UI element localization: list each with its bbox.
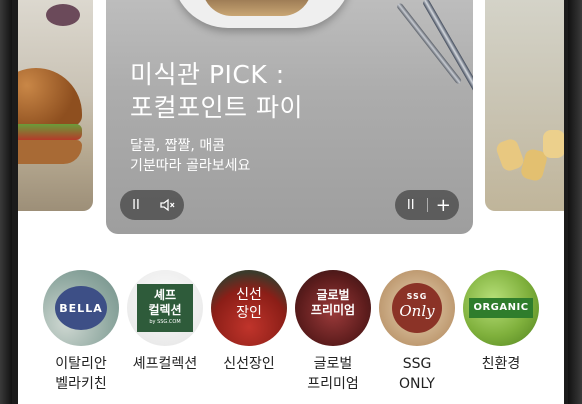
hero-subtitle-line2: 기분따라 골라보세요 [130,158,251,174]
hero-carousel[interactable]: 미식관 PICK : 포컬포인트 파이 달콤, 짭짤, 매콤 기분따라 골라보세… [18,0,564,250]
category-chef-collection[interactable]: 셰프 컬렉션 by SSG.COM 셰프컬렉션 [120,270,210,374]
pasta-image [543,130,564,158]
logo-subtext: by SSG.COM [149,319,181,325]
category-label: 글로벌 프리미엄 [288,354,378,394]
carousel-pause-button[interactable]: II [395,190,427,220]
hero-subtitle-line1: 달콤, 짭짤, 매콤 [130,138,226,154]
category-image: 셰프 컬렉션 by SSG.COM [127,270,203,346]
logo-text: SSG [406,292,428,301]
category-bella[interactable]: BELLA 이탈리안 벨라키친 [36,270,126,394]
pause-icon: II [406,197,415,213]
category-label-line1: 이탈리안 [55,356,107,372]
hero-title-line1: 미식관 PICK : [130,60,285,89]
hero-title-line2: 포컬포인트 파이 [130,93,303,122]
category-label: 신선장인 [204,354,294,374]
category-label: 친환경 [456,354,546,374]
category-label-line1: SSG [402,356,432,372]
category-global-premium[interactable]: 글로벌 프리미엄 글로벌 프리미엄 [288,270,378,394]
sandwich-image [18,68,82,126]
logo-text: 프리미엄 [310,303,356,317]
global-premium-logo: 글로벌 프리미엄 [295,288,371,318]
carousel-controls: II + [395,190,459,220]
view-all-button[interactable]: + [427,190,459,220]
organic-logo: ORGANIC [469,298,533,318]
category-image: 글로벌 프리미엄 [295,270,371,346]
category-label-line2: ONLY [399,376,435,392]
plus-icon: + [435,194,451,216]
hero-subtitle: 달콤, 짭짤, 매콤 기분따라 골라보세요 [130,136,250,176]
logo-text: 셰프 [153,288,177,302]
fresh-master-logo: 신선 장인 [211,286,287,322]
category-image: ORGANIC [463,270,539,346]
category-label-line2: 프리미엄 [307,376,359,392]
category-list: BELLA 이탈리안 벨라키친 셰프 컬렉션 by SSG.COM 셰프컬렉션 [18,270,564,404]
category-fresh-master[interactable]: 신선 장인 신선장인 [204,270,294,374]
sandwich-bottom-image [18,140,82,164]
category-label-line1: 신선장인 [223,356,275,372]
logo-text: 신선 [236,287,262,303]
mute-button[interactable] [152,190,184,220]
phone-bezel-right [568,0,582,404]
fig-image [46,4,80,26]
speaker-muted-icon [160,198,175,212]
logo-text: 컬렉션 [148,303,182,317]
category-image: 신선 장인 [211,270,287,346]
category-label: 셰프컬렉션 [120,354,210,374]
category-label-line2: 벨라키친 [55,376,107,392]
category-label: 이탈리안 벨라키친 [36,354,126,394]
category-label-line1: 친환경 [481,356,521,372]
category-image: BELLA [43,270,119,346]
category-label-line1: 셰프컬렉션 [132,356,198,372]
pause-icon: II [132,197,140,213]
logo-script-text: Only [399,302,435,320]
carousel-next-card[interactable] [485,0,564,211]
pause-button[interactable]: II [120,190,152,220]
category-label: SSG ONLY [372,354,462,394]
logo-text: 장인 [236,305,262,321]
category-ssg-only[interactable]: SSG Only SSG ONLY [372,270,462,394]
carousel-prev-card[interactable] [18,0,93,211]
hero-title: 미식관 PICK : 포컬포인트 파이 [130,58,450,124]
media-controls: II [120,190,184,220]
category-image: SSG Only [379,270,455,346]
app-screen: 미식관 PICK : 포컬포인트 파이 달콤, 짭짤, 매콤 기분따라 골라보세… [18,0,564,404]
carousel-active-card[interactable]: 미식관 PICK : 포컬포인트 파이 달콤, 짭짤, 매콤 기분따라 골라보세… [106,0,473,234]
chef-collection-logo: 셰프 컬렉션 by SSG.COM [137,284,193,332]
category-organic[interactable]: ORGANIC 친환경 [456,270,546,374]
sandwich-filling-image [18,124,82,140]
bella-logo: BELLA [55,286,107,330]
phone-bezel-left [0,0,12,404]
ssg-only-logo: SSG Only [392,283,442,333]
logo-text: 글로벌 [316,288,350,302]
category-label-line1: 글로벌 [313,356,353,372]
